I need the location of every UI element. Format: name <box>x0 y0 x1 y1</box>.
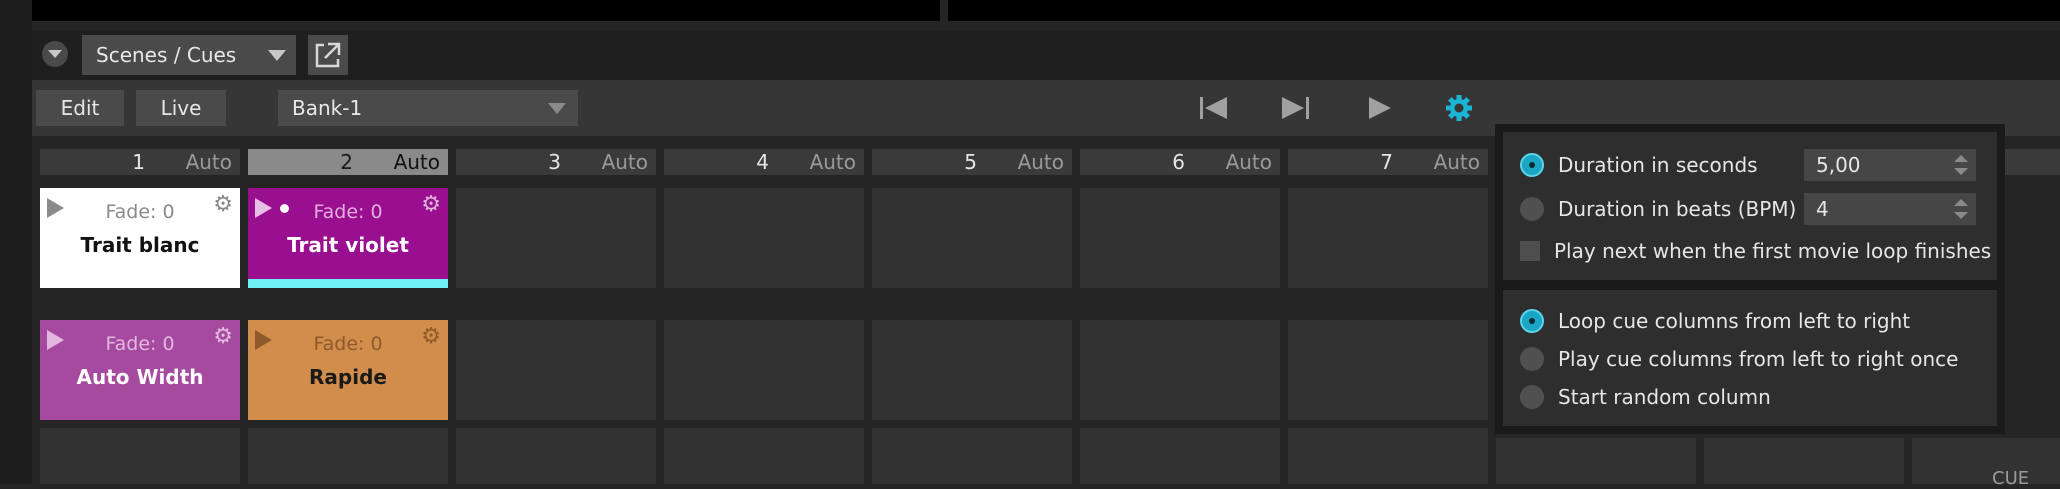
cue-slot[interactable] <box>1080 428 1280 484</box>
next-column-button[interactable] <box>1278 91 1314 125</box>
cue-slot[interactable] <box>1496 438 1696 484</box>
cue-fade: Fade: 0 <box>105 333 175 355</box>
live-button[interactable]: Live <box>136 90 226 126</box>
increment-icon[interactable] <box>1954 155 1968 162</box>
cue-slot[interactable] <box>1288 188 1488 288</box>
play-next-checkbox[interactable] <box>1520 241 1540 261</box>
left-edge <box>0 0 32 484</box>
chevron-down-icon <box>268 50 286 61</box>
cue-slot[interactable] <box>40 428 240 484</box>
column-number: 1 <box>132 150 145 174</box>
cue-fade: Fade: 0 <box>105 201 175 223</box>
random-column-radio[interactable] <box>1520 385 1544 409</box>
chevron-down-icon <box>48 50 62 58</box>
column-mode: Auto <box>1433 150 1480 174</box>
column-mode: Auto <box>185 150 232 174</box>
column-number: 3 <box>548 150 561 174</box>
column-number: 6 <box>1172 150 1185 174</box>
bank-select-value: Bank-1 <box>292 96 363 120</box>
column-header-1[interactable]: 1 Auto <box>40 149 240 175</box>
panel-select[interactable]: Scenes / Cues <box>82 35 296 75</box>
cue-slot[interactable] <box>664 320 864 420</box>
gear-icon[interactable]: ⚙ <box>421 326 441 348</box>
corner-cue-label: CUE <box>1992 468 2030 489</box>
duration-seconds-radio[interactable] <box>1520 153 1544 177</box>
column-header-7[interactable]: 7 Auto <box>1288 149 1488 175</box>
panel-select-value: Scenes / Cues <box>96 43 237 67</box>
cue-slot[interactable] <box>872 320 1072 420</box>
duration-seconds-label: Duration in seconds <box>1558 153 1758 177</box>
column-number: 2 <box>340 150 353 174</box>
cue-slot[interactable] <box>456 428 656 484</box>
cue-trait-violet[interactable]: Fade: 0 ⚙ Trait violet <box>248 188 448 288</box>
cue-fade: Fade: 0 <box>313 333 383 355</box>
column-header-6[interactable]: 6 Auto <box>1080 149 1280 175</box>
column-header-3[interactable]: 3 Auto <box>456 149 656 175</box>
cue-slot[interactable] <box>664 428 864 484</box>
cue-name: Rapide <box>309 365 387 389</box>
cue-slot[interactable] <box>1080 320 1280 420</box>
cue-trait-blanc[interactable]: Fade: 0 ⚙ Trait blanc <box>40 188 240 288</box>
column-header-4[interactable]: 4 Auto <box>664 149 864 175</box>
increment-icon[interactable] <box>1954 199 1968 206</box>
column-number: 7 <box>1380 150 1393 174</box>
cue-slot[interactable] <box>248 428 448 484</box>
play-once-label: Play cue columns from left to right once <box>1558 347 1959 371</box>
cue-slot[interactable] <box>1912 438 2060 484</box>
play-button[interactable] <box>1364 91 1394 125</box>
cue-progress-indicator <box>248 279 448 288</box>
duration-beats-label: Duration in beats (BPM) <box>1558 197 1797 221</box>
column-number: 5 <box>964 150 977 174</box>
cue-slot[interactable] <box>872 188 1072 288</box>
previous-column-button[interactable] <box>1196 91 1232 125</box>
cue-name: Trait violet <box>287 233 409 257</box>
column-mode: Auto <box>1225 150 1272 174</box>
duration-beats-radio[interactable] <box>1520 197 1544 221</box>
cue-slot[interactable] <box>456 320 656 420</box>
decrement-icon[interactable] <box>1954 168 1968 175</box>
duration-beats-value: 4 <box>1816 197 1829 221</box>
edit-button[interactable]: Edit <box>36 90 124 126</box>
column-number: 4 <box>756 150 769 174</box>
bank-select[interactable]: Bank-1 <box>278 90 578 126</box>
loop-columns-radio[interactable] <box>1520 309 1544 333</box>
column-mode: Auto <box>601 150 648 174</box>
top-preview-right <box>948 0 2060 21</box>
cue-fade: Fade: 0 <box>313 201 383 223</box>
duration-seconds-value: 5,00 <box>1816 153 1861 177</box>
column-mode: Auto <box>809 150 856 174</box>
decrement-icon[interactable] <box>1954 212 1968 219</box>
random-column-label: Start random column <box>1558 385 1771 409</box>
duration-beats-input[interactable]: 4 <box>1804 193 1976 225</box>
gear-icon[interactable]: ⚙ <box>213 194 233 216</box>
cue-name: Trait blanc <box>80 233 200 257</box>
chevron-down-icon <box>548 103 566 114</box>
column-header-5[interactable]: 5 Auto <box>872 149 1072 175</box>
loop-columns-label: Loop cue columns from left to right <box>1558 309 1911 333</box>
cue-slot[interactable] <box>456 188 656 288</box>
cue-slot[interactable] <box>1704 438 1904 484</box>
column-mode: Auto <box>1017 150 1064 174</box>
gear-icon[interactable]: ⚙ <box>421 194 441 216</box>
gear-icon[interactable]: ⚙ <box>213 326 233 348</box>
column-header-2[interactable]: 2 Auto <box>248 149 448 175</box>
detach-window-button[interactable] <box>308 35 348 75</box>
column-mode: Auto <box>393 150 440 174</box>
top-preview-left <box>32 0 940 21</box>
cue-name: Auto Width <box>76 365 204 389</box>
cue-auto-width[interactable]: Fade: 0 ⚙ Auto Width <box>40 320 240 420</box>
cue-slot[interactable] <box>1080 188 1280 288</box>
settings-gear-icon[interactable] <box>1443 92 1475 124</box>
cue-slot[interactable] <box>1288 320 1488 420</box>
cue-slot[interactable] <box>664 188 864 288</box>
play-once-radio[interactable] <box>1520 347 1544 371</box>
cue-slot[interactable] <box>1288 428 1488 484</box>
cue-slot[interactable] <box>872 428 1072 484</box>
collapse-toggle[interactable] <box>42 41 68 67</box>
play-next-label: Play next when the first movie loop fini… <box>1554 239 1992 263</box>
duration-seconds-input[interactable]: 5,00 <box>1804 149 1976 181</box>
external-link-icon <box>315 42 341 68</box>
cue-rapide[interactable]: Fade: 0 ⚙ Rapide <box>248 320 448 420</box>
